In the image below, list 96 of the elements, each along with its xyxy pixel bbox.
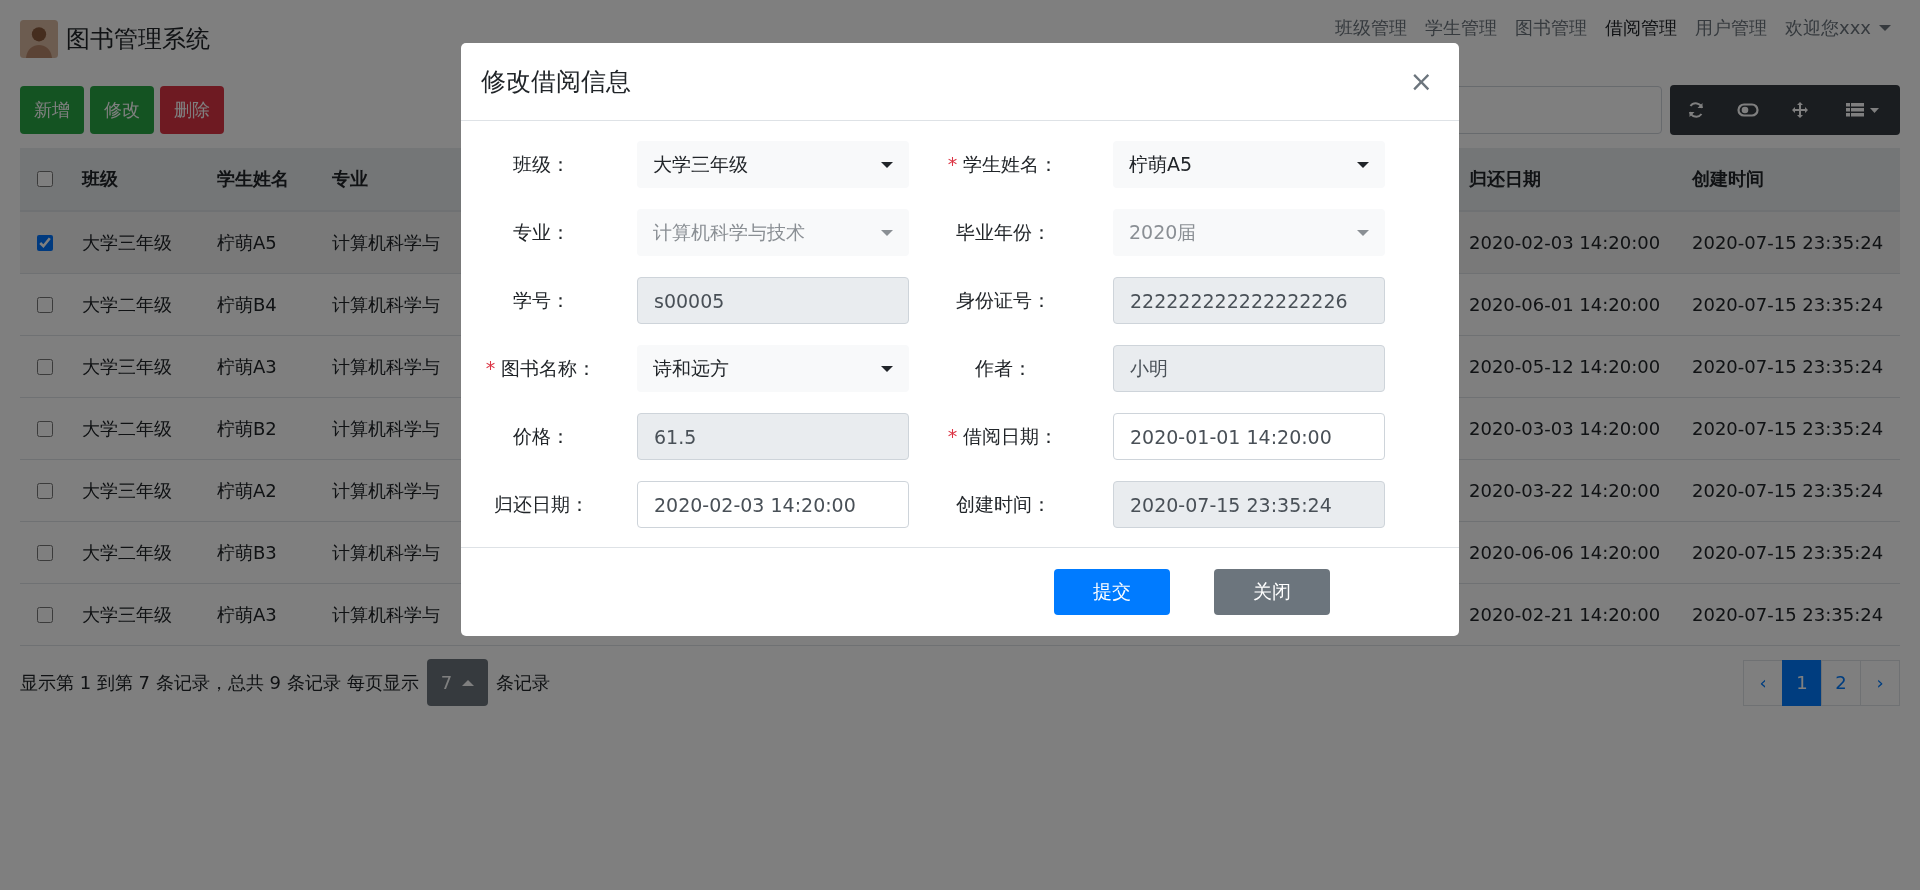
row-checkbox[interactable] (37, 482, 53, 499)
field-label: 创建时间： (955, 491, 1051, 517)
table-cell: 计算机科学与 (332, 602, 440, 627)
field-label: * 借阅日期： (947, 423, 1059, 449)
table-cell: 2020-07-15 23:35:24 (1692, 356, 1884, 377)
table-cell: 大学二年级 (82, 292, 172, 317)
table-cell: 2020-07-15 23:35:24 (1692, 604, 1884, 625)
table-cell: 柠萌B3 (217, 540, 277, 565)
table-cell: 计算机科学与 (332, 292, 440, 317)
table-cell: 计算机科学与 (332, 540, 440, 565)
nav-link[interactable]: 班级管理 (1326, 16, 1417, 40)
user-menu[interactable]: 欢迎您xxx (1776, 16, 1900, 40)
table-cell: 大学二年级 (82, 540, 172, 565)
table-cell: 柠萌A5 (217, 230, 277, 255)
column-header[interactable]: 创建时间 (1692, 167, 1764, 191)
table-cell: 2020-03-03 14:20:00 (1469, 418, 1661, 439)
row-checkbox[interactable] (37, 420, 53, 437)
field-label: 学号： (512, 287, 570, 313)
field-label: 班级： (512, 151, 570, 177)
field-label: 身份证号： (955, 287, 1051, 313)
field-label: 专业： (512, 219, 570, 245)
row-checkbox[interactable] (37, 606, 53, 623)
dialog-title: 修改借阅信息 (481, 66, 631, 98)
table-cell: 计算机科学与 (332, 478, 440, 503)
page-size-dropdown[interactable]: 7 (426, 659, 489, 706)
table-cell: 2020-07-15 23:35:24 (1692, 418, 1884, 439)
close-button[interactable]: 关闭 (1214, 569, 1330, 615)
nav-link[interactable]: 学生管理 (1416, 16, 1507, 40)
table-cell: 2020-02-21 14:20:00 (1469, 604, 1661, 625)
caret-icon (462, 679, 475, 686)
table-cell: 2020-07-15 23:35:24 (1692, 480, 1884, 501)
input-field: 2020-07-15 23:35:24 (1113, 481, 1385, 528)
submit-button[interactable]: 提交 (1054, 569, 1170, 615)
page-link[interactable]: ‹ (1743, 659, 1783, 706)
field-label: * 图书名称： (485, 355, 597, 381)
table-cell: 大学三年级 (82, 230, 172, 255)
column-header[interactable]: 归还日期 (1469, 167, 1541, 191)
nav-link[interactable]: 借阅管理 (1596, 16, 1687, 40)
dropdown[interactable]: 诗和远方 (637, 345, 909, 392)
field-label: 价格： (512, 423, 570, 449)
table-cell: 计算机科学与 (332, 354, 440, 379)
dropdown[interactable]: 计算机科学与技术 (637, 209, 909, 256)
input-field[interactable]: 2020-01-01 14:20:00 (1113, 413, 1385, 460)
table-cell: 2020-02-03 14:20:00 (1469, 232, 1661, 253)
page-size-suffix: 条记录 (496, 670, 551, 695)
page-link[interactable]: 1 (1782, 659, 1822, 706)
table-cell: 2020-07-15 23:35:24 (1692, 232, 1884, 253)
column-header[interactable]: 专业 (332, 167, 368, 191)
dropdown[interactable]: 大学三年级 (637, 141, 909, 188)
row-checkbox[interactable] (37, 544, 53, 561)
input-field: 小明 (1113, 345, 1385, 392)
action-button[interactable]: 删除 (160, 86, 224, 134)
table-cell: 计算机科学与 (332, 416, 440, 441)
table-cell: 2020-06-01 14:20:00 (1469, 294, 1661, 315)
nav-link[interactable]: 图书管理 (1506, 16, 1597, 40)
action-button[interactable]: 新增 (20, 86, 84, 134)
column-header[interactable]: 班级 (82, 167, 118, 191)
avatar-icon (20, 20, 58, 58)
nav-link[interactable]: 用户管理 (1686, 16, 1777, 40)
table-cell: 柠萌B2 (217, 416, 277, 441)
dropdown[interactable]: 柠萌A5 (1113, 141, 1385, 188)
action-button[interactable]: 修改 (90, 86, 154, 134)
row-checkbox[interactable] (37, 296, 53, 313)
table-cell: 2020-07-15 23:35:24 (1692, 294, 1884, 315)
record-summary: 显示第 1 到第 7 条记录，总共 9 条记录 (20, 670, 341, 695)
table-cell: 柠萌A3 (217, 602, 277, 627)
page-size-label: 每页显示 (346, 670, 419, 695)
table-cell: 计算机科学与 (332, 230, 440, 255)
input-field: s00005 (637, 277, 909, 324)
close-button[interactable]: × (1403, 65, 1439, 98)
page-link[interactable]: 2 (1821, 659, 1861, 706)
dropdown[interactable]: 2020届 (1113, 209, 1385, 256)
field-label: 作者： (974, 355, 1032, 381)
app-title: 图书管理系统 (66, 24, 210, 55)
table-cell: 大学三年级 (82, 354, 172, 379)
table-cell: 大学三年级 (82, 602, 172, 627)
table-cell: 柠萌A3 (217, 354, 277, 379)
input-field[interactable]: 2020-02-03 14:20:00 (637, 481, 909, 528)
table-cell: 2020-03-22 14:20:00 (1469, 480, 1661, 501)
table-cell: 大学三年级 (82, 478, 172, 503)
row-checkbox[interactable] (37, 358, 53, 375)
select-all-checkbox[interactable] (37, 171, 53, 187)
table-cell: 柠萌A2 (217, 478, 277, 503)
table-cell: 大学二年级 (82, 416, 172, 441)
table-cell: 柠萌B4 (217, 292, 277, 317)
input-field: 222222222222222226 (1113, 277, 1385, 324)
page-link[interactable]: › (1860, 659, 1900, 706)
field-label: * 学生姓名： (947, 151, 1059, 177)
row-checkbox[interactable] (37, 234, 53, 251)
input-field: 61.5 (637, 413, 909, 460)
caret-icon (1879, 25, 1891, 31)
field-label: 归还日期： (493, 491, 589, 517)
field-label: 毕业年份： (955, 219, 1051, 245)
table-cell: 2020-07-15 23:35:24 (1692, 542, 1884, 563)
table-cell: 2020-05-12 14:20:00 (1469, 356, 1661, 377)
table-cell: 2020-06-06 14:20:00 (1469, 542, 1661, 563)
